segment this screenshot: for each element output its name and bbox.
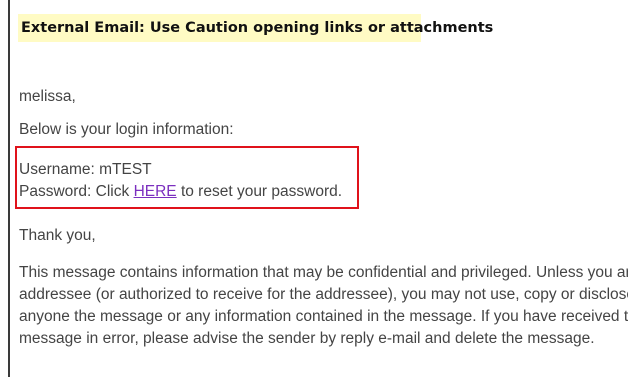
sign-off: Thank you, xyxy=(19,227,96,244)
password-prefix: Password: Click xyxy=(19,183,134,200)
reset-password-link[interactable]: HERE xyxy=(134,183,177,200)
disclaimer-line: anyone the message or any information co… xyxy=(19,308,628,325)
disclaimer-line: addressee (or authorized to receive for … xyxy=(19,286,628,303)
password-suffix: to reset your password. xyxy=(176,183,343,200)
disclaimer-line: This message contains information that m… xyxy=(19,264,628,281)
external-email-warning-banner: External Email: Use Caution opening link… xyxy=(18,14,493,42)
greeting: melissa, xyxy=(19,88,76,105)
username-line: Username: mTEST xyxy=(19,161,152,178)
disclaimer-line: message in error, please advise the send… xyxy=(19,330,595,347)
confidentiality-disclaimer: This message contains information that m… xyxy=(19,262,628,350)
intro-text: Below is your login information: xyxy=(19,121,234,138)
password-line: Password: Click HERE to reset your passw… xyxy=(19,182,342,202)
email-body: External Email: Use Caution opening link… xyxy=(0,0,628,377)
quote-border xyxy=(8,0,10,377)
